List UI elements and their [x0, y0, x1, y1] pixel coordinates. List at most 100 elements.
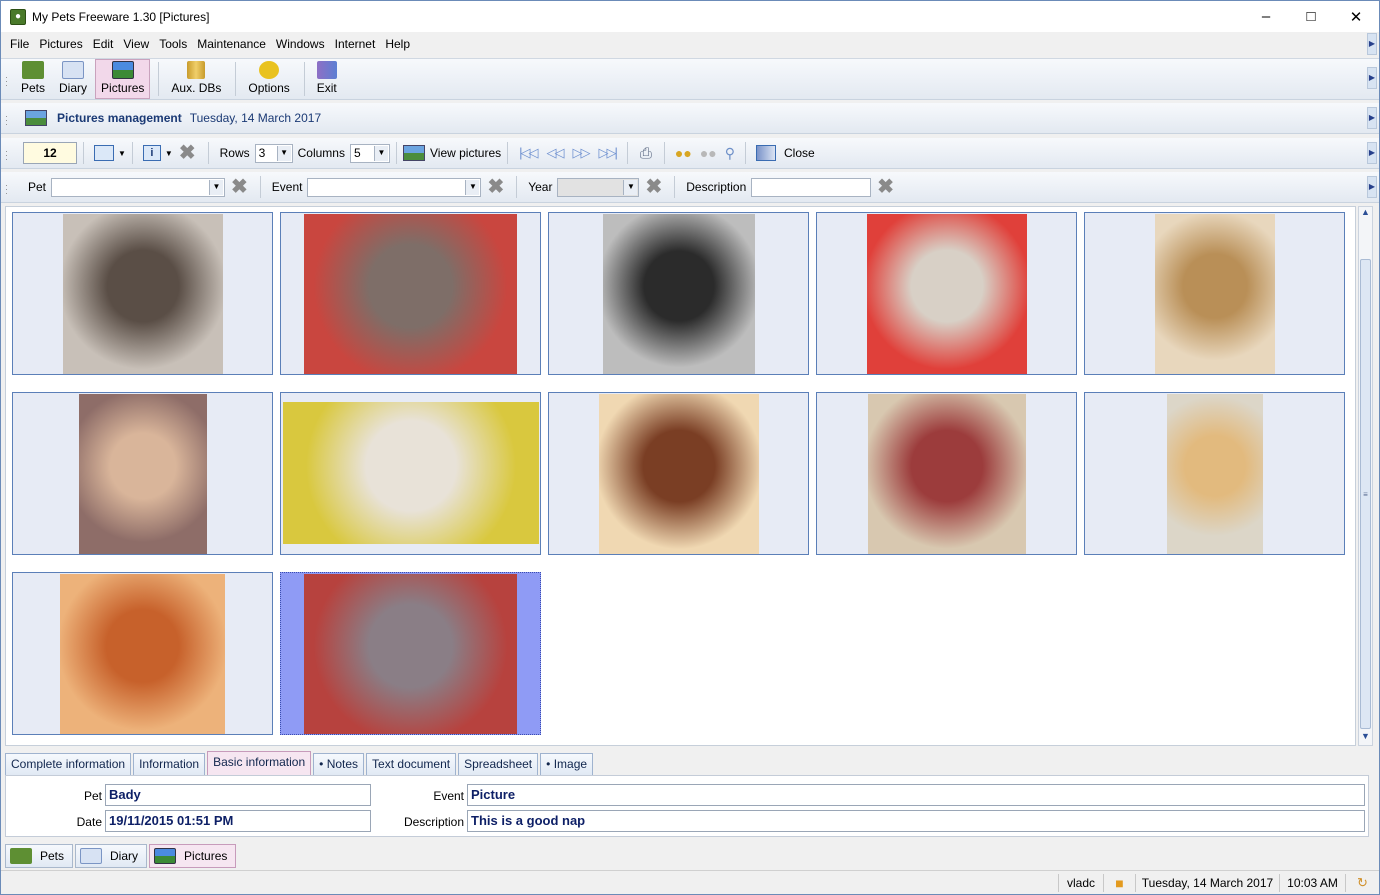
view-pictures-button[interactable]: View pictures: [430, 146, 501, 160]
toolbar-separator: [131, 142, 133, 164]
menu-internet[interactable]: Internet: [330, 37, 381, 51]
close-panel-icon[interactable]: [756, 145, 777, 161]
layout-menu-icon[interactable]: [94, 145, 114, 161]
filter-overflow-chevron-icon[interactable]: ▶: [1367, 176, 1377, 198]
chevron-down-icon[interactable]: ▼: [118, 149, 126, 158]
picture-thumbnail[interactable]: [280, 212, 541, 375]
close-window-button[interactable]: ✕: [1333, 1, 1379, 32]
chevron-down-icon[interactable]: ▼: [373, 145, 388, 161]
exit-button[interactable]: Exit: [311, 59, 343, 99]
last-page-icon[interactable]: ▷▷|: [599, 145, 618, 161]
year-filter-select[interactable]: ▼: [557, 177, 640, 197]
view-pictures-icon[interactable]: [402, 145, 425, 161]
picture-thumbnail[interactable]: [548, 212, 809, 375]
menu-maintenance[interactable]: Maintenance: [192, 37, 271, 51]
tab-complete-information[interactable]: Complete information: [5, 753, 132, 775]
header-date: Tuesday, 14 March 2017: [189, 111, 322, 125]
add-picture-icon[interactable]: ●●: [675, 145, 692, 161]
aux-dbs-button[interactable]: Aux. DBs: [165, 59, 227, 99]
clear-year-filter-icon[interactable]: ✖: [645, 177, 662, 197]
tab-dot-icon: •: [319, 757, 327, 771]
next-page-icon[interactable]: ▷▷: [573, 145, 591, 161]
menu-file[interactable]: File: [5, 37, 34, 51]
maximize-button[interactable]: □: [1288, 1, 1334, 32]
chevron-down-icon[interactable]: ▼: [465, 179, 480, 195]
toolbar-grip-icon[interactable]: · · ·: [5, 73, 10, 90]
chevron-down-icon[interactable]: ▼: [623, 179, 638, 195]
pet-field[interactable]: Bady: [105, 784, 371, 806]
clear-event-filter-icon[interactable]: ✖: [487, 177, 504, 197]
picture-thumbnail[interactable]: [12, 212, 273, 375]
previous-page-icon[interactable]: ◁◁: [547, 145, 565, 161]
picture-thumbnail[interactable]: [1084, 212, 1345, 375]
tab-notes[interactable]: • Notes: [313, 753, 365, 775]
sync-icon[interactable]: ↻: [1345, 874, 1379, 892]
toolbar-separator: [507, 142, 509, 164]
event-field[interactable]: Picture: [467, 784, 1365, 806]
picture-thumbnail[interactable]: [280, 392, 541, 555]
window-tab-diary[interactable]: Diary: [75, 844, 148, 868]
columns-select[interactable]: 5 ▼: [349, 143, 390, 163]
record-count-field[interactable]: 12: [23, 142, 77, 164]
toolbar-overflow-chevron-icon[interactable]: ▶: [1367, 67, 1377, 89]
header-overflow-chevron-icon[interactable]: ▶: [1367, 107, 1377, 129]
lock-icon[interactable]: ■: [1103, 874, 1135, 892]
header-grip-icon[interactable]: · · ·: [5, 112, 10, 129]
clear-icon[interactable]: ✖: [179, 143, 196, 163]
tab-text-document[interactable]: Text document: [366, 753, 457, 775]
menu-tools[interactable]: Tools: [154, 37, 192, 51]
menu-overflow-chevron-icon[interactable]: ▶: [1367, 33, 1377, 55]
chevron-down-icon[interactable]: ▼: [276, 145, 291, 161]
pictures-toolbar-overflow-chevron-icon[interactable]: ▶: [1367, 142, 1377, 164]
scroll-down-icon[interactable]: ▼: [1359, 731, 1372, 745]
filter-grip-icon[interactable]: · · ·: [5, 181, 10, 198]
menu-view[interactable]: View: [118, 37, 154, 51]
zoom-icon[interactable]: ⚲: [725, 145, 735, 162]
diary-button[interactable]: Diary: [53, 59, 93, 99]
menu-help[interactable]: Help: [380, 37, 415, 51]
picture-thumbnail[interactable]: [816, 212, 1077, 375]
picture-thumbnail[interactable]: [548, 392, 809, 555]
picture-thumbnail[interactable]: [12, 572, 273, 735]
clear-description-filter-icon[interactable]: ✖: [877, 177, 894, 197]
tab-notes-label: Notes: [326, 757, 359, 771]
grid-scrollbar[interactable]: ▲ ≡ ▼: [1358, 206, 1373, 746]
picture-thumbnail[interactable]: [280, 572, 541, 735]
pictures-grid: [5, 206, 1356, 746]
pet-filter-select[interactable]: ▼: [51, 177, 226, 197]
rows-select[interactable]: 3 ▼: [254, 143, 293, 163]
menu-pictures[interactable]: Pictures: [34, 37, 87, 51]
remove-picture-icon[interactable]: ●●: [700, 145, 717, 161]
info-icon[interactable]: i: [142, 145, 161, 161]
minimize-button[interactable]: –: [1243, 1, 1289, 32]
tab-information[interactable]: Information: [133, 753, 206, 775]
pictures-button[interactable]: Pictures: [95, 59, 151, 99]
window-tab-pictures[interactable]: Pictures: [149, 844, 237, 868]
picture-thumbnail[interactable]: [816, 392, 1077, 555]
clear-pet-filter-icon[interactable]: ✖: [231, 177, 248, 197]
menu-edit[interactable]: Edit: [88, 37, 119, 51]
picture-thumbnail[interactable]: [12, 392, 273, 555]
menu-windows[interactable]: Windows: [271, 37, 330, 51]
toolbar-separator: [395, 142, 397, 164]
pets-button[interactable]: Pets: [15, 59, 51, 99]
event-filter-select[interactable]: ▼: [307, 177, 482, 197]
pictures-toolbar-grip-icon[interactable]: · · ·: [5, 147, 10, 164]
tab-basic-information[interactable]: Basic information: [207, 751, 312, 775]
scroll-up-icon[interactable]: ▲: [1359, 207, 1372, 221]
picture-thumbnail[interactable]: [1084, 392, 1345, 555]
print-icon[interactable]: ⎙: [640, 145, 652, 162]
toolbar-separator: [745, 142, 747, 164]
tab-spreadsheet[interactable]: Spreadsheet: [458, 753, 539, 775]
tab-image[interactable]: • Image: [540, 753, 594, 775]
close-button[interactable]: Close: [784, 146, 815, 160]
chevron-down-icon[interactable]: ▼: [165, 149, 173, 158]
description-field[interactable]: This is a good nap: [467, 810, 1365, 832]
date-field[interactable]: 19/11/2015 01:51 PM: [105, 810, 371, 832]
description-filter-input[interactable]: [751, 177, 872, 197]
first-page-icon[interactable]: |◁◁: [519, 145, 538, 161]
chevron-down-icon[interactable]: ▼: [209, 179, 224, 195]
scrollbar-thumb[interactable]: ≡: [1360, 259, 1371, 729]
window-tab-pets[interactable]: Pets: [5, 844, 74, 868]
options-button[interactable]: Options: [242, 59, 295, 99]
